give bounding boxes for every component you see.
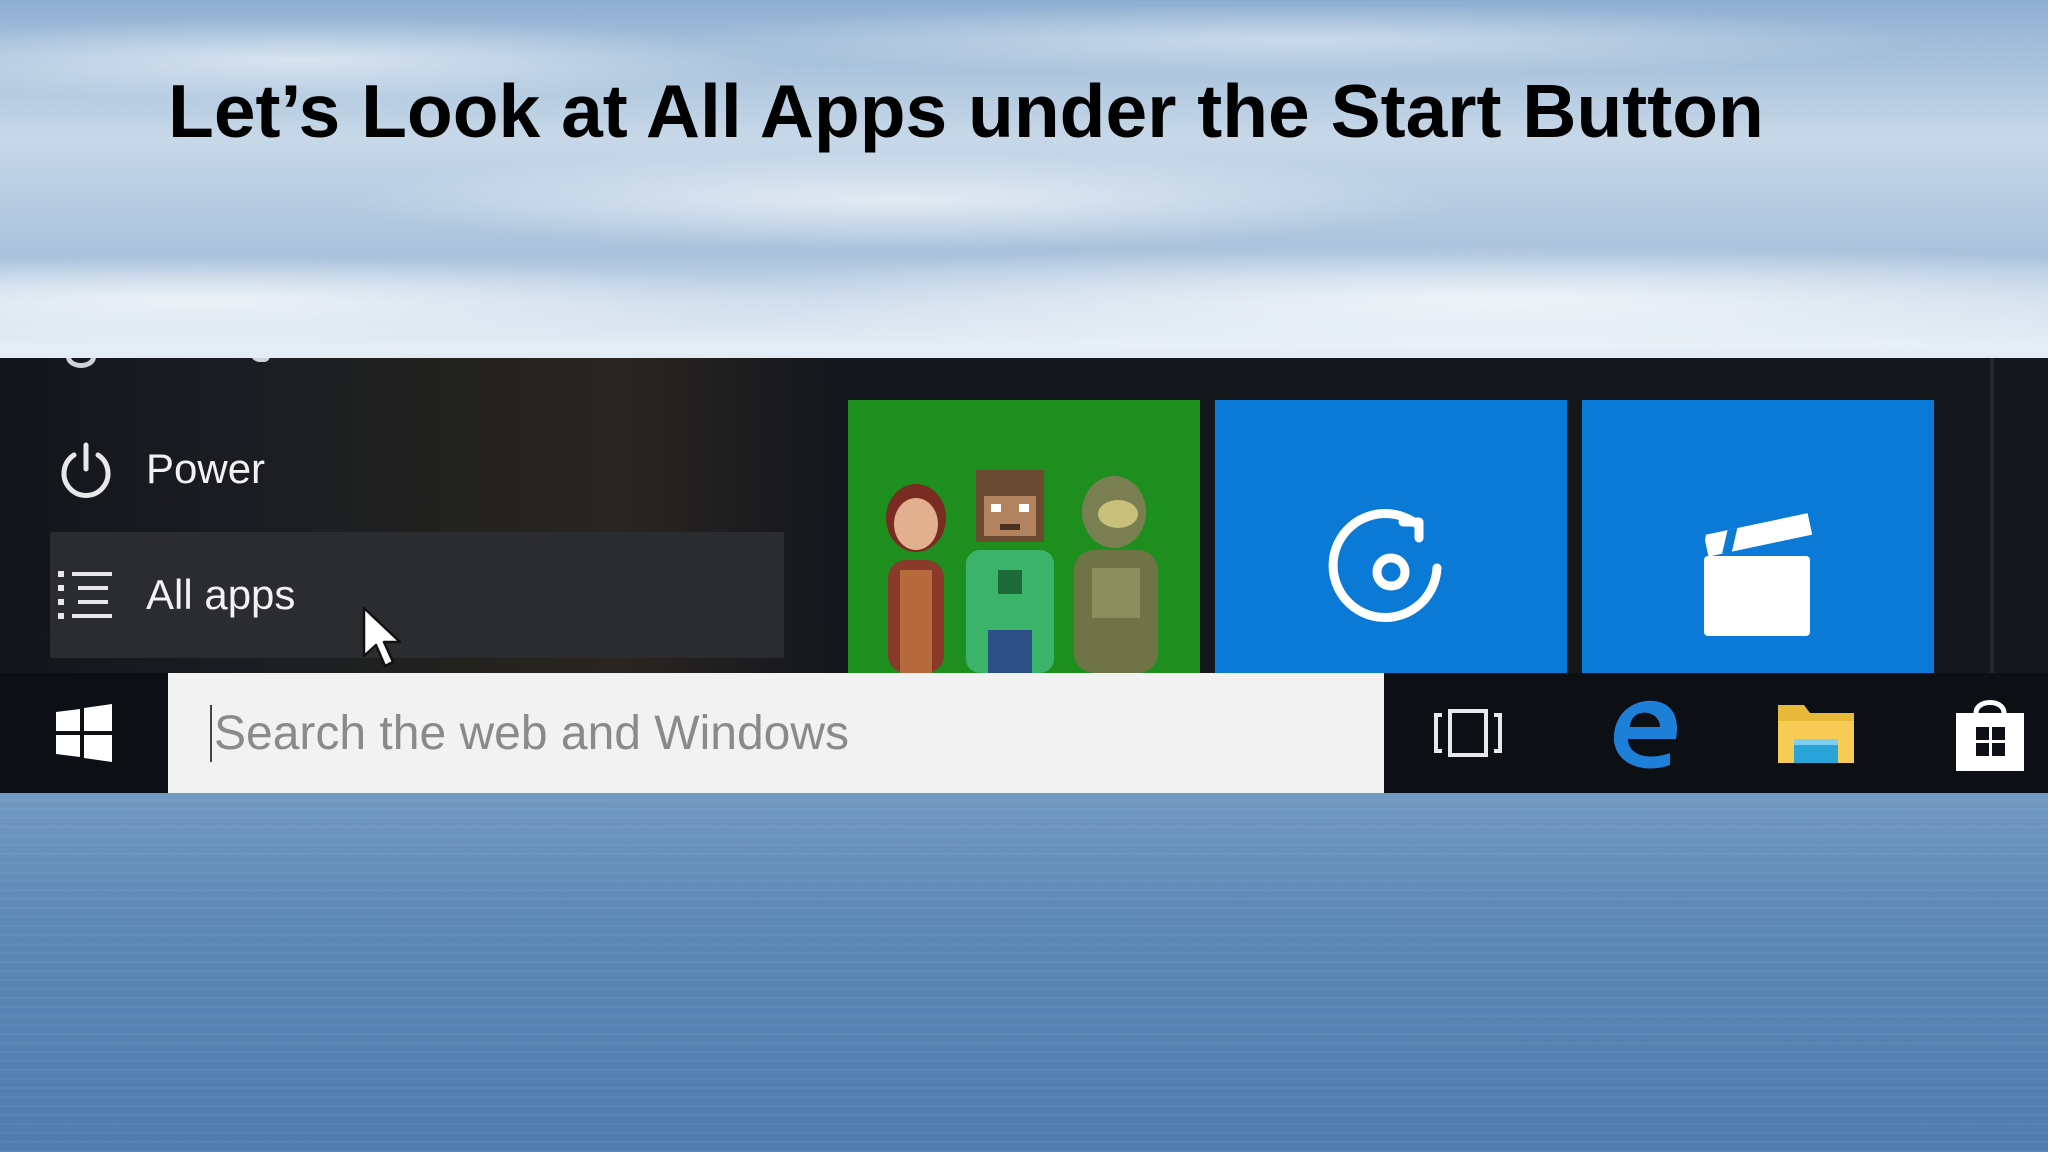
task-view-icon (1434, 709, 1502, 757)
search-box[interactable] (168, 673, 1384, 793)
sky-background (0, 0, 2048, 360)
taskbar (0, 673, 2048, 793)
file-explorer-button[interactable] (1756, 673, 1876, 793)
file-explorer-icon (1778, 705, 1854, 763)
xbox-avatars-icon (886, 470, 1158, 673)
edge-button[interactable] (1586, 673, 1706, 793)
tile-groove-music[interactable] (1215, 400, 1567, 673)
clapperboard-icon (1659, 513, 1813, 636)
menu-item-power-label: Power (146, 445, 266, 492)
sea-background (0, 793, 2048, 1152)
menu-item-power[interactable]: Power (50, 406, 784, 532)
task-view-button[interactable] (1408, 673, 1528, 793)
store-button[interactable] (1930, 673, 2048, 793)
start-menu-edge (1990, 358, 1994, 673)
start-menu: Power All apps (0, 358, 2048, 673)
menu-item-all-apps-label: All apps (146, 571, 296, 618)
windows-logo-icon (56, 704, 112, 762)
slide-title: Let’s Look at All Apps under the Start B… (168, 69, 1764, 153)
menu-item-all-apps[interactable]: All apps (50, 532, 784, 658)
power-icon (56, 439, 116, 499)
settings-item-partial[interactable] (62, 358, 282, 370)
tile-movies-tv[interactable] (1582, 400, 1934, 673)
settings-label-partial (250, 358, 270, 362)
mouse-cursor-icon (362, 606, 406, 672)
tile-xbox[interactable] (848, 400, 1200, 673)
groove-music-icon (1328, 509, 1442, 622)
list-icon (56, 565, 116, 625)
start-menu-left-column: Power All apps (0, 358, 830, 673)
start-button[interactable] (0, 673, 168, 793)
search-input[interactable] (210, 704, 1316, 762)
gear-icon (66, 358, 96, 368)
store-icon (1956, 700, 2024, 771)
edge-icon (1613, 700, 1678, 769)
